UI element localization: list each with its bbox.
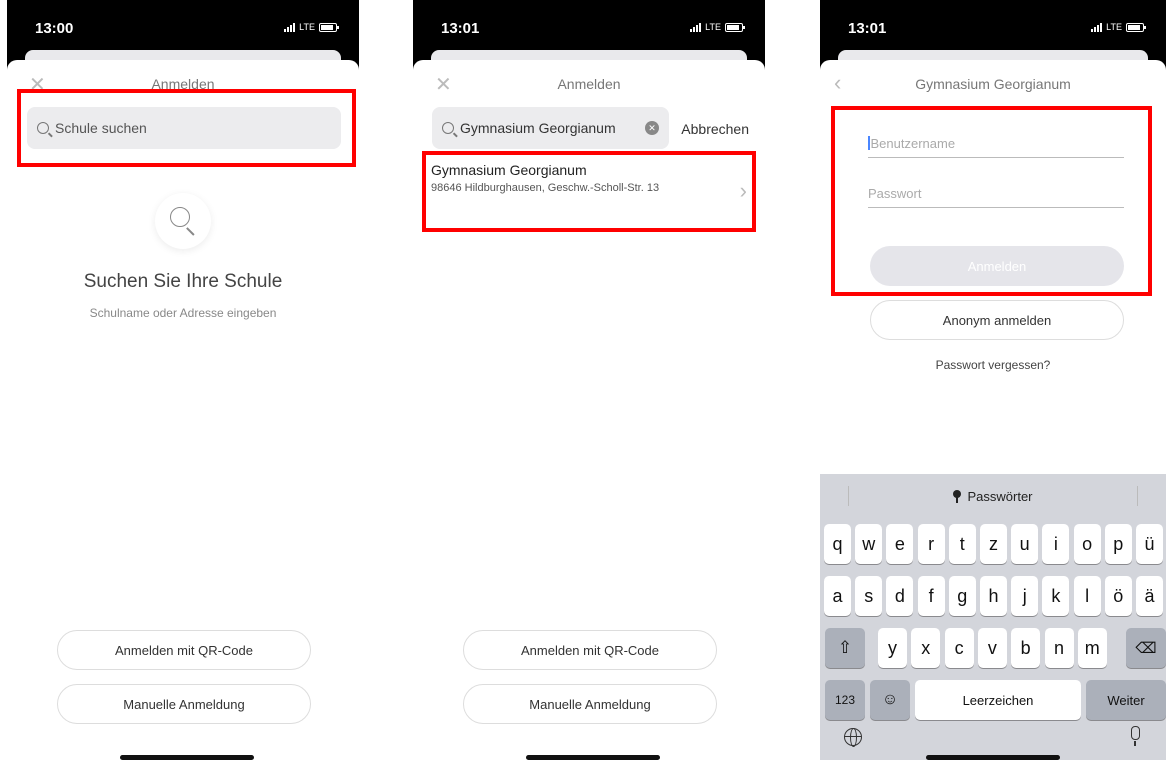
qr-login-button[interactable]: Anmelden mit QR-Code <box>463 630 717 670</box>
status-time: 13:01 <box>848 20 887 37</box>
highlight-login-form <box>831 106 1152 296</box>
key-2-row1[interactable]: w <box>855 524 883 564</box>
key-6-row1[interactable]: z <box>980 524 1007 564</box>
key-9-row1[interactable]: o <box>1073 524 1101 564</box>
status-indicators: LTE <box>284 22 339 32</box>
numbers-key[interactable]: 123 <box>825 680 865 720</box>
battery-icon <box>319 22 339 32</box>
battery-icon <box>1126 22 1146 32</box>
key-7-row3[interactable]: m <box>1077 628 1107 668</box>
forgot-password-link[interactable]: Passwort vergessen? <box>820 358 1166 372</box>
key-2-row2[interactable]: s <box>855 576 883 616</box>
key-10-row2[interactable]: ö <box>1104 576 1132 616</box>
key-1-row3[interactable]: y <box>878 628 907 668</box>
next-key[interactable]: Weiter <box>1086 680 1166 720</box>
anonymous-login-button[interactable]: Anonym anmelden <box>870 300 1124 340</box>
empty-state-subtitle: Schulname oder Adresse eingeben <box>89 306 277 320</box>
signal-icon <box>284 22 296 32</box>
microphone-icon[interactable] <box>1128 726 1142 746</box>
key-3-row1[interactable]: e <box>886 524 914 564</box>
key-4-row2[interactable]: f <box>917 576 945 616</box>
passwords-autofill-bar[interactable]: Passwörter <box>820 474 1166 518</box>
empty-state-title: Suchen Sie Ihre Schule <box>83 271 283 292</box>
search-illustration-icon <box>155 193 211 249</box>
key-8-row1[interactable]: i <box>1042 524 1070 564</box>
home-indicator <box>926 755 1060 760</box>
key-2-row3[interactable]: x <box>911 628 941 668</box>
globe-icon[interactable] <box>844 728 862 747</box>
key-10-row1[interactable]: p <box>1104 524 1132 564</box>
network-label: LTE <box>299 22 315 32</box>
manual-login-button[interactable]: Manuelle Anmeldung <box>463 684 717 724</box>
ios-keyboard: Passwörter qwertzuiopü asdfghjklöä ⇧ ⌫ y… <box>820 474 1166 760</box>
key-1-row2[interactable]: a <box>824 576 851 616</box>
key-5-row2[interactable]: g <box>948 576 976 616</box>
key-4-row1[interactable]: r <box>917 524 945 564</box>
signal-icon <box>690 22 702 32</box>
signal-icon <box>1091 22 1103 32</box>
search-value: Gymnasium Georgianum <box>460 120 616 136</box>
highlight-search-box <box>17 89 356 167</box>
key-9-row2[interactable]: l <box>1073 576 1101 616</box>
space-key[interactable]: Leerzeichen <box>915 680 1081 720</box>
shift-key[interactable]: ⇧ <box>825 628 865 668</box>
phone-screen-2: 13:01 LTE ✕ Anmelden Gymnasium Georgianu… <box>413 0 765 760</box>
qr-login-button[interactable]: Anmelden mit QR-Code <box>57 630 311 670</box>
status-bar: 13:01 LTE <box>820 0 1166 44</box>
key-4-row3[interactable]: v <box>977 628 1007 668</box>
home-indicator <box>120 755 254 760</box>
emoji-key[interactable]: ☺ <box>870 680 910 720</box>
status-bar: 13:01 LTE <box>413 0 765 44</box>
passwords-label: Passwörter <box>967 488 1033 504</box>
status-time: 13:01 <box>441 20 480 37</box>
search-icon <box>442 122 454 134</box>
status-indicators: LTE <box>1091 22 1146 32</box>
home-indicator <box>526 755 660 760</box>
network-label: LTE <box>705 22 721 32</box>
status-bar: 13:00 LTE <box>7 0 359 44</box>
battery-icon <box>725 22 745 32</box>
key-7-row1[interactable]: u <box>1011 524 1039 564</box>
keyboard-row-4: 123 ☺ Leerzeichen Weiter <box>820 680 1166 720</box>
highlight-search-result <box>422 151 756 232</box>
status-time: 13:00 <box>35 20 74 37</box>
keyboard-row-1: qwertzuiopü <box>820 524 1166 564</box>
key-6-row2[interactable]: h <box>980 576 1007 616</box>
school-search-input[interactable]: Gymnasium Georgianum ✕ <box>432 107 669 149</box>
key-3-row3[interactable]: c <box>944 628 974 668</box>
key-5-row1[interactable]: t <box>948 524 976 564</box>
key-7-row2[interactable]: j <box>1011 576 1039 616</box>
keyboard-row-3: ⇧ ⌫ yxcvbnm <box>820 628 1166 668</box>
key-6-row3[interactable]: n <box>1044 628 1074 668</box>
key-3-row2[interactable]: d <box>886 576 914 616</box>
status-indicators: LTE <box>690 22 745 32</box>
key-11-row2[interactable]: ä <box>1136 576 1163 616</box>
key-8-row2[interactable]: k <box>1042 576 1070 616</box>
key-1-row1[interactable]: q <box>824 524 851 564</box>
cancel-search-button[interactable]: Abbrechen <box>681 121 749 137</box>
sheet-title: Anmelden <box>557 76 621 92</box>
delete-key[interactable]: ⌫ <box>1126 628 1166 668</box>
network-label: LTE <box>1106 22 1122 32</box>
key-11-row1[interactable]: ü <box>1136 524 1163 564</box>
clear-search-icon[interactable]: ✕ <box>645 121 659 135</box>
manual-login-button[interactable]: Manuelle Anmeldung <box>57 684 311 724</box>
sheet-title: Gymnasium Georgianum <box>915 76 1071 92</box>
keyboard-row-2: asdfghjklöä <box>820 576 1166 616</box>
key-icon <box>953 490 962 503</box>
key-5-row3[interactable]: b <box>1011 628 1041 668</box>
